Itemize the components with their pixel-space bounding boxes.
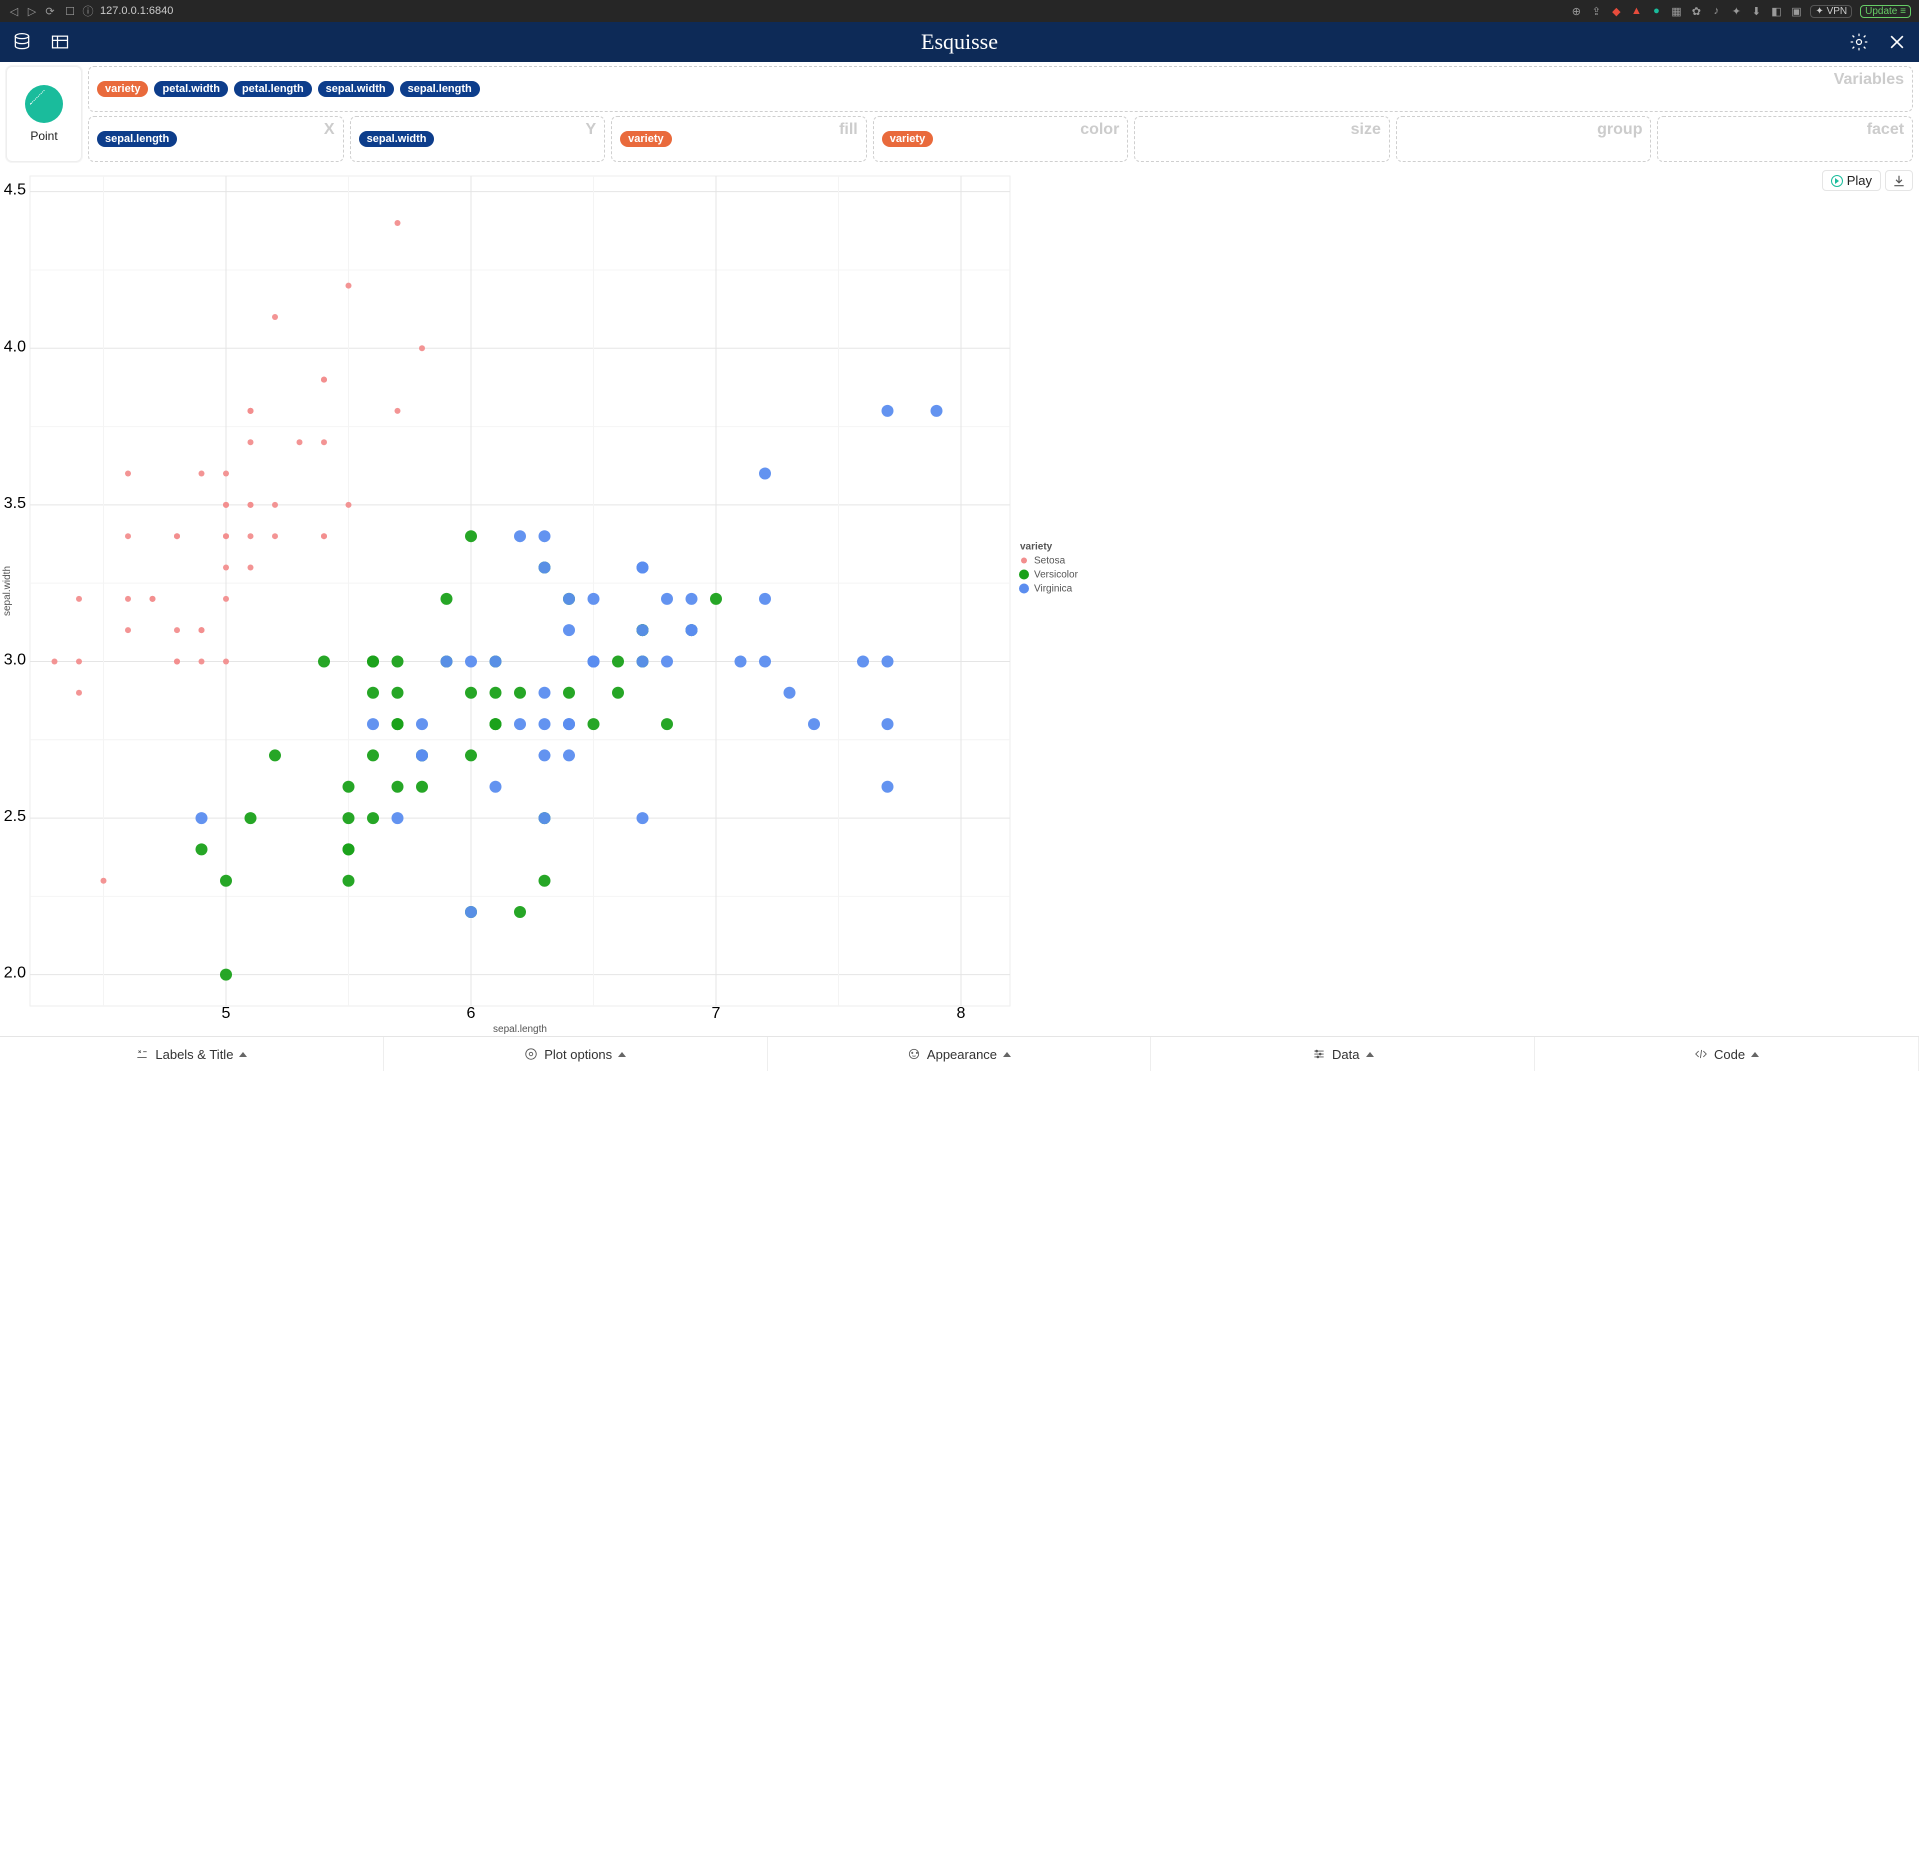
ext-tabs-icon[interactable]: ▣ (1790, 5, 1802, 17)
address-url[interactable]: 127.0.0.1:6840 (100, 5, 173, 17)
shelf-label-y: Y (585, 121, 596, 139)
svg-text:4.5: 4.5 (4, 182, 26, 199)
geom-selector[interactable]: Point (6, 66, 82, 162)
zoom-icon[interactable]: ⊕ (1570, 5, 1582, 17)
play-icon (1831, 175, 1843, 187)
svg-text:4.0: 4.0 (4, 338, 26, 355)
geom-point-icon (25, 85, 63, 123)
variable-pill[interactable]: sepal.length (400, 81, 480, 97)
ext-img-icon[interactable]: ▦ (1670, 5, 1682, 17)
svg-text:variety: variety (1020, 542, 1053, 553)
caret-up-icon (239, 1052, 247, 1057)
bottom-toolbar: Labels & Title Plot options Appearance D… (0, 1036, 1919, 1071)
tab-labels-title[interactable]: Labels & Title (0, 1037, 384, 1071)
caret-up-icon (1751, 1052, 1759, 1057)
tab-label: Code (1714, 1047, 1745, 1062)
shelf-y[interactable]: sepal.width Y (350, 116, 606, 162)
shelf-x[interactable]: sepal.length X (88, 116, 344, 162)
tab-data[interactable]: Data (1151, 1037, 1535, 1071)
play-label: Play (1847, 173, 1872, 188)
scatter-chart: 2.0 2.5 3.0 3.5 4.0 4.5 5 6 7 8 sepal.length sepal.… (0, 166, 1110, 1036)
app-title: Esquisse (921, 29, 998, 55)
svg-text:sepal.width: sepal.width (2, 566, 13, 616)
ext-puzzle-icon[interactable]: ✦ (1730, 5, 1742, 17)
vpn-badge[interactable]: ✦ VPN (1810, 5, 1852, 18)
warn-icon[interactable]: ▲ (1630, 5, 1642, 17)
shelf-label-x: X (324, 121, 335, 139)
svg-text:6: 6 (467, 1005, 476, 1022)
svg-text:Virginica: Virginica (1034, 584, 1073, 595)
tab-appearance[interactable]: Appearance (768, 1037, 1152, 1071)
svg-text:5: 5 (222, 1005, 231, 1022)
svg-text:Setosa: Setosa (1034, 556, 1066, 567)
db-icon[interactable] (12, 32, 32, 52)
shelf-label-color: color (1080, 121, 1119, 139)
export-icon[interactable]: ⇪ (1590, 5, 1602, 17)
svg-text:3.5: 3.5 (4, 495, 26, 512)
shelf-color[interactable]: variety color (873, 116, 1129, 162)
caret-up-icon (618, 1052, 626, 1057)
tab-label: Plot options (544, 1047, 612, 1062)
ext-tone-icon[interactable]: ♪ (1710, 5, 1722, 17)
geom-label: Point (30, 129, 57, 143)
variable-pill[interactable]: sepal.length (97, 131, 177, 147)
svg-text:3.0: 3.0 (4, 651, 26, 668)
variable-pill[interactable]: petal.length (234, 81, 312, 97)
browser-chrome: ◁ ▷ ⟳ ☐ ⓘ 127.0.0.1:6840 ⊕ ⇪ ◆ ▲ ● ▦ ✿ ♪… (0, 0, 1919, 22)
variable-pill[interactable]: petal.width (154, 81, 227, 97)
shelf-label-facet: facet (1867, 121, 1904, 139)
ext-download-icon[interactable]: ⬇ (1750, 5, 1762, 17)
shelf-facet[interactable]: facet (1657, 116, 1913, 162)
variable-pill[interactable]: sepal.width (359, 131, 435, 147)
app-header: Esquisse (0, 22, 1919, 62)
shelf-label-size: size (1351, 121, 1381, 139)
globe-icon: ⓘ (82, 5, 94, 17)
tab-label: Labels & Title (155, 1047, 233, 1062)
download-button[interactable] (1885, 170, 1913, 191)
tab-code[interactable]: Code (1535, 1037, 1919, 1071)
svg-text:8: 8 (957, 1005, 966, 1022)
shelf-label-variables: Variables (1834, 71, 1904, 89)
play-button[interactable]: Play (1822, 170, 1881, 191)
tab-label: Appearance (927, 1047, 997, 1062)
update-badge[interactable]: Update ≡ (1860, 5, 1911, 18)
caret-up-icon (1003, 1052, 1011, 1057)
svg-text:sepal.length: sepal.length (493, 1024, 547, 1035)
shelf-size[interactable]: size (1134, 116, 1390, 162)
svg-text:2.0: 2.0 (4, 965, 26, 982)
aesthetics-panel: Point variety petal.width petal.length sepa… (0, 62, 1919, 166)
nav-fwd-icon[interactable]: ▷ (26, 5, 38, 17)
variable-pill[interactable]: sepal.width (318, 81, 394, 97)
close-icon[interactable] (1887, 32, 1907, 52)
bookmark-icon[interactable]: ☐ (64, 5, 76, 17)
variable-pill[interactable]: variety (97, 81, 148, 97)
reload-icon[interactable]: ⟳ (44, 5, 56, 17)
svg-text:7: 7 (712, 1005, 721, 1022)
ext-panel-icon[interactable]: ◧ (1770, 5, 1782, 17)
shelf-group[interactable]: group (1396, 116, 1652, 162)
caret-up-icon (1366, 1052, 1374, 1057)
tab-plot-options[interactable]: Plot options (384, 1037, 768, 1071)
shelf-label-group: group (1597, 121, 1642, 139)
shelf-fill[interactable]: variety fill (611, 116, 867, 162)
variable-pill[interactable]: variety (620, 131, 671, 147)
variable-pill[interactable]: variety (882, 131, 933, 147)
table-icon[interactable] (50, 32, 70, 52)
nav-back-icon[interactable]: ◁ (8, 5, 20, 17)
plot-area: Play 2.0 2.5 3.0 3.5 4.0 4.5 5 6 7 8 sepal.length s… (0, 166, 1919, 1036)
svg-text:Versicolor: Versicolor (1034, 570, 1079, 581)
tab-label: Data (1332, 1047, 1359, 1062)
ext-cam-icon[interactable]: ✿ (1690, 5, 1702, 17)
shelf-variables[interactable]: variety petal.width petal.length sepal.widt… (88, 66, 1913, 112)
shelf-label-fill: fill (839, 121, 858, 139)
ext-dot-icon[interactable]: ● (1650, 5, 1662, 17)
shield-icon[interactable]: ◆ (1610, 5, 1622, 17)
svg-text:2.5: 2.5 (4, 808, 26, 825)
settings-icon[interactable] (1849, 32, 1869, 52)
